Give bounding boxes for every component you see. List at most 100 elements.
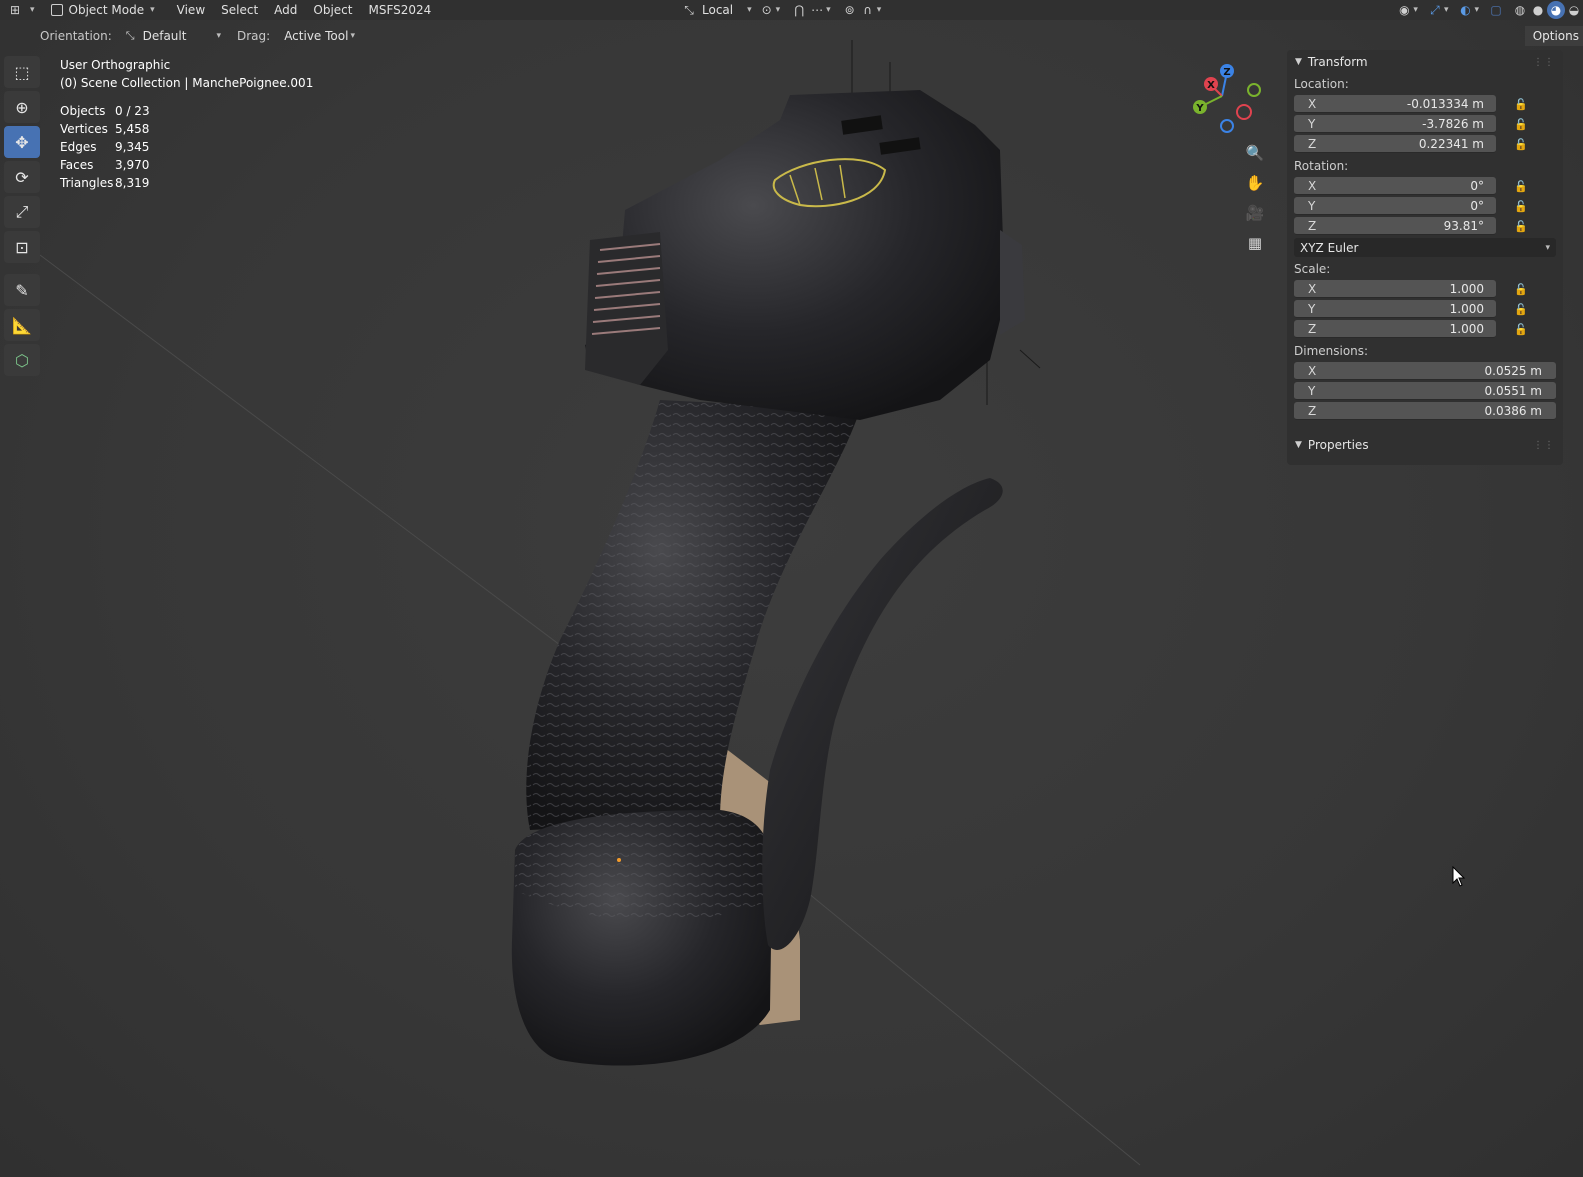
- editor-type-button[interactable]: ⊞ ▾: [0, 0, 41, 20]
- camera-view-icon[interactable]: 🎥: [1242, 200, 1268, 226]
- transform-orientation-dropdown[interactable]: ⤡ Local ▾: [674, 0, 758, 20]
- add-cube-tool[interactable]: ⬡: [4, 344, 40, 376]
- lock-icon[interactable]: 🔓: [1514, 303, 1540, 316]
- select-box-icon: ⬚: [14, 62, 30, 82]
- properties-title: Properties: [1307, 438, 1369, 452]
- material-shading-icon[interactable]: ◕: [1547, 1, 1565, 19]
- rotate-tool[interactable]: ⟳: [4, 161, 40, 193]
- pan-hand-icon[interactable]: ✋: [1242, 170, 1268, 196]
- cursor-3d-icon: ⊕: [15, 97, 29, 117]
- transform-section-header[interactable]: ▼ Transform ⋮⋮: [1287, 50, 1563, 74]
- lock-icon[interactable]: 🔓: [1514, 180, 1540, 193]
- move-icon: ✥: [15, 132, 29, 152]
- rotation-y-field[interactable]: Y 0°: [1294, 197, 1496, 215]
- drag-dropdown[interactable]: Active Tool ▾: [278, 27, 361, 45]
- scale-z-field[interactable]: Z 1.000: [1294, 320, 1496, 338]
- rotation-mode-dropdown[interactable]: XYZ Euler ▾: [1294, 238, 1556, 257]
- lock-icon[interactable]: 🔓: [1514, 220, 1540, 233]
- rotation-z-field[interactable]: Z 93.81°: [1294, 217, 1496, 235]
- viewport-overlay-info: User Orthographic (0) Scene Collection |…: [60, 56, 313, 192]
- properties-section-header[interactable]: ▼ Properties ⋮⋮: [1287, 433, 1563, 457]
- editor-type-icon: ⊞: [9, 3, 21, 17]
- axis-gizmo-icon[interactable]: Z X Y: [1190, 60, 1264, 134]
- transform-title: Transform: [1307, 55, 1368, 69]
- sidebar-panel: ▼ Transform ⋮⋮ Location: X -0.013334 m 🔓 …: [1287, 50, 1563, 465]
- gizmo-toggle-icon[interactable]: ⤢: [1426, 1, 1444, 19]
- location-x-row: X -0.013334 m 🔓: [1294, 94, 1563, 114]
- mode-dropdown[interactable]: Object Mode ▾: [45, 0, 161, 20]
- chevron-down-icon: ▾: [216, 31, 221, 41]
- xray-icon[interactable]: ▢: [1487, 1, 1505, 19]
- view-name: User Orthographic: [60, 58, 171, 72]
- viewport-header: ⊞ ▾ Object Mode ▾ View Select Add Object …: [0, 0, 1583, 20]
- grid-axis-line: [779, 869, 1141, 1166]
- chevron-down-icon: ▾: [747, 5, 752, 15]
- dimensions-y-row: Y 0.0551 m: [1294, 381, 1563, 401]
- options-button[interactable]: Options: [1524, 26, 1583, 46]
- menu-view[interactable]: View: [169, 0, 213, 20]
- dimensions-z-row: Z 0.0386 m: [1294, 401, 1563, 421]
- svg-text:Y: Y: [1195, 103, 1204, 114]
- scale-label: Scale:: [1294, 262, 1331, 276]
- mode-label: Object Mode: [68, 3, 145, 17]
- rendered-shading-icon[interactable]: ◒: [1565, 1, 1583, 19]
- lock-icon[interactable]: 🔓: [1514, 200, 1540, 213]
- lock-icon[interactable]: 🔓: [1514, 283, 1540, 296]
- chevron-down-icon: ▼: [1295, 57, 1302, 67]
- overlays-icon[interactable]: ◐: [1456, 1, 1474, 19]
- scale-tool[interactable]: ⤢: [4, 196, 40, 228]
- location-label: Location:: [1294, 77, 1349, 91]
- menu-add[interactable]: Add: [266, 0, 305, 20]
- visibility-icon[interactable]: ◉: [1395, 1, 1413, 19]
- snap-icon[interactable]: ⋂: [790, 1, 808, 19]
- svg-text:X: X: [1207, 80, 1215, 91]
- stat-row: Vertices 5,458: [60, 122, 150, 136]
- rotation-y-row: Y 0° 🔓: [1294, 196, 1563, 216]
- dimensions-x-field[interactable]: X 0.0525 m: [1294, 362, 1556, 380]
- lock-icon[interactable]: 🔓: [1514, 138, 1540, 151]
- drag-grip-icon[interactable]: ⋮⋮: [1533, 440, 1555, 451]
- zoom-icon[interactable]: 🔍: [1242, 140, 1268, 166]
- move-tool[interactable]: ✥: [4, 126, 40, 158]
- drag-value: Active Tool: [284, 29, 349, 43]
- location-y-field[interactable]: Y -3.7826 m: [1294, 115, 1496, 133]
- falloff-icon[interactable]: ∩: [859, 1, 877, 19]
- proportional-editing-icon[interactable]: ⊚: [841, 1, 859, 19]
- scene-statistics: Objects 0 / 23 Vertices 5,458 Edges 9,345 F…: [60, 102, 313, 192]
- navigation-gizmo[interactable]: Z X Y: [1190, 60, 1264, 134]
- snap-target-icon[interactable]: ⋯: [808, 1, 826, 19]
- lock-icon[interactable]: 🔓: [1514, 118, 1540, 131]
- menu-select[interactable]: Select: [213, 0, 266, 20]
- location-x-field[interactable]: X -0.013334 m: [1294, 95, 1496, 113]
- left-toolbar: ⬚ ⊕ ✥ ⟳ ⤢ ⊡ ✎ 📐 ⬡: [4, 56, 42, 379]
- solid-shading-icon[interactable]: ●: [1529, 1, 1547, 19]
- drag-label: Drag:: [237, 29, 271, 43]
- chevron-down-icon: ▾: [150, 5, 155, 15]
- orientation-dropdown[interactable]: ⤡ Default ▾: [120, 27, 227, 45]
- stat-row: Triangles 8,319: [60, 176, 150, 190]
- lock-icon[interactable]: 🔓: [1514, 323, 1540, 336]
- cursor-tool[interactable]: ⊕: [4, 91, 40, 123]
- scale-y-field[interactable]: Y 1.000: [1294, 300, 1496, 318]
- ortho-grid-icon[interactable]: ▦: [1242, 230, 1268, 256]
- orientation-gizmo-icon: ⤡: [125, 29, 135, 42]
- transform-tool[interactable]: ⊡: [4, 231, 40, 263]
- menu-object[interactable]: Object: [305, 0, 360, 20]
- dimensions-z-field[interactable]: Z 0.0386 m: [1294, 402, 1556, 420]
- pivot-point-icon[interactable]: ⊙: [758, 1, 776, 19]
- annotate-tool[interactable]: ✎: [4, 274, 40, 306]
- dimensions-y-field[interactable]: Y 0.0551 m: [1294, 382, 1556, 400]
- lock-icon[interactable]: 🔓: [1514, 98, 1540, 111]
- scale-x-field[interactable]: X 1.000: [1294, 280, 1496, 298]
- stat-row: Faces 3,970: [60, 158, 150, 172]
- menu-msfs2024[interactable]: MSFS2024: [361, 0, 440, 20]
- location-z-field[interactable]: Z 0.22341 m: [1294, 135, 1496, 153]
- drag-grip-icon[interactable]: ⋮⋮: [1533, 57, 1555, 68]
- wireframe-shading-icon[interactable]: ◍: [1511, 1, 1529, 19]
- stat-row: Objects 0 / 23: [60, 104, 150, 118]
- scale-icon: ⤢: [15, 202, 29, 221]
- select-box-tool[interactable]: ⬚: [4, 56, 40, 88]
- orientation-label: Orientation:: [40, 29, 112, 43]
- rotation-x-field[interactable]: X 0°: [1294, 177, 1496, 195]
- measure-tool[interactable]: 📐: [4, 309, 40, 341]
